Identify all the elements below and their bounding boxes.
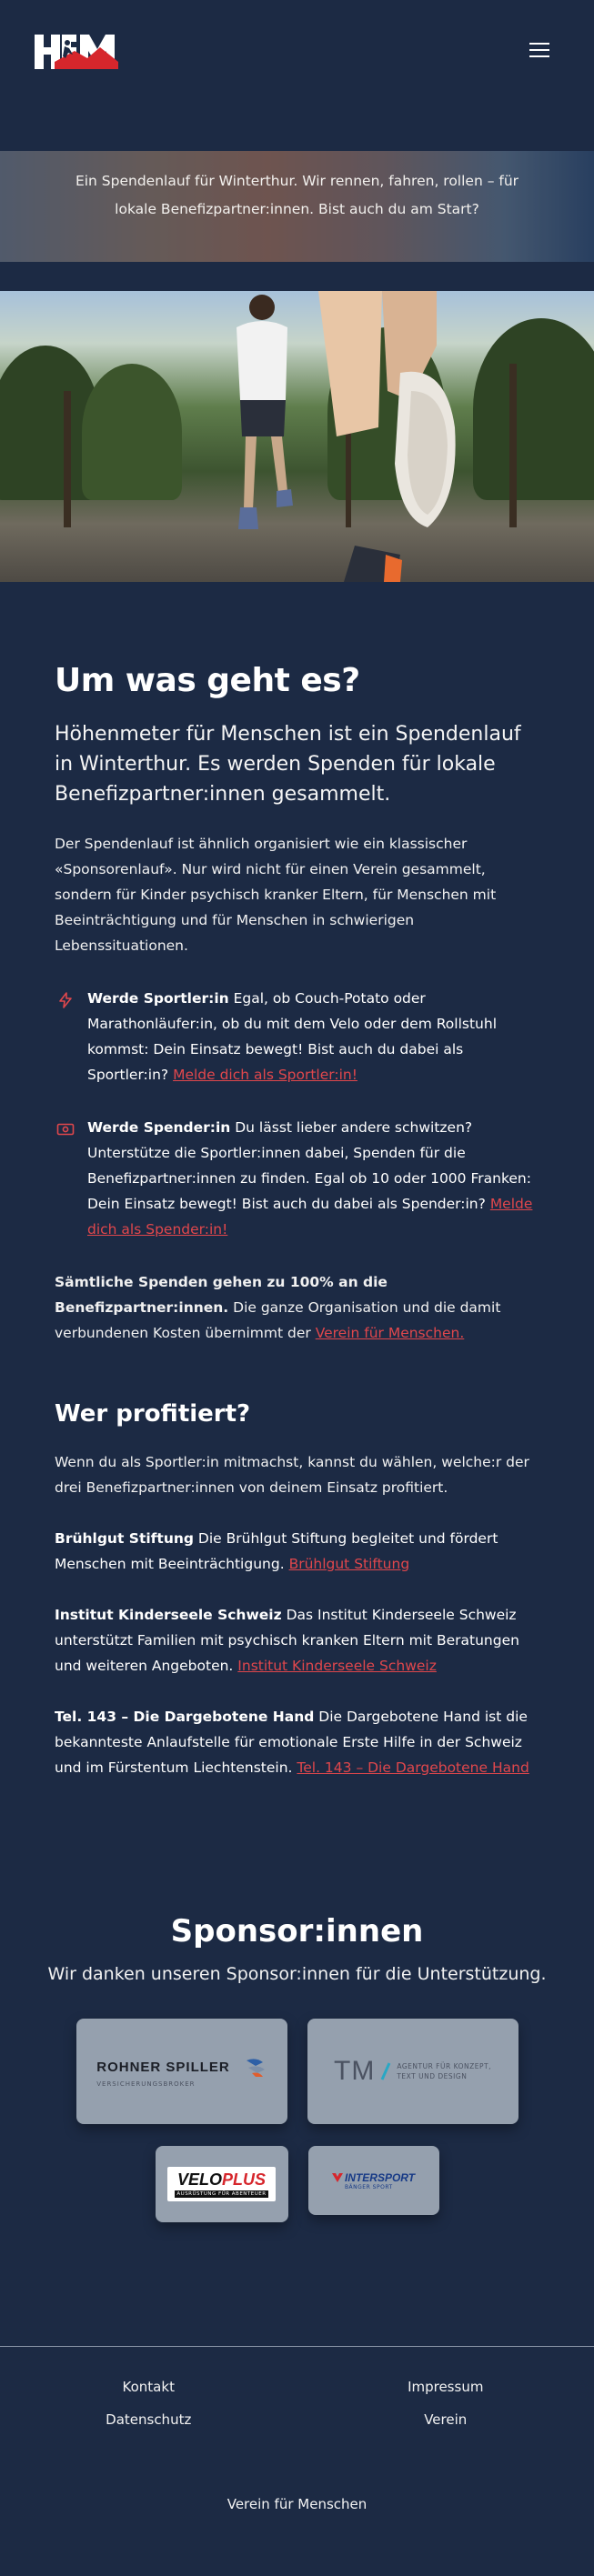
sponsor-velo-b: PLUS bbox=[221, 2170, 266, 2189]
sponsors-section: Sponsor:innen Wir danken unseren Sponsor… bbox=[0, 1913, 594, 2222]
feature-sportler-title: Werde Sportler:in bbox=[87, 990, 229, 1007]
sponsor-intersport-sub: BÄNGER SPORT bbox=[344, 2183, 393, 2190]
register-sportler-link[interactable]: Melde dich als Sportler:in! bbox=[173, 1067, 357, 1083]
footer-link-kontakt[interactable]: Kontakt bbox=[0, 2371, 297, 2403]
beneficiary-item: Tel. 143 – Die Dargebotene Hand Die Darg… bbox=[55, 1704, 539, 1780]
beneficiary-item: Institut Kinderseele Schweiz Das Institu… bbox=[55, 1602, 539, 1679]
menu-button[interactable] bbox=[529, 43, 549, 59]
sponsor-tm-name: TM bbox=[334, 2056, 376, 2086]
beneficiaries-intro: Wenn du als Sportler:in mitmachst, kanns… bbox=[55, 1454, 529, 1496]
site-header bbox=[0, 0, 594, 107]
sponsors-title: Sponsor:innen bbox=[170, 1913, 424, 1950]
hero-photo bbox=[0, 291, 594, 582]
about-lead: Höhenmeter für Menschen ist ein Spendenl… bbox=[55, 723, 521, 806]
hero-text: Ein Spendenlauf für Winterthur. Wir renn… bbox=[75, 173, 519, 217]
footer-link-verein[interactable]: Verein bbox=[297, 2403, 594, 2436]
rohner-spiller-logo-icon bbox=[246, 2059, 265, 2077]
feature-spender-title: Werde Spender:in bbox=[87, 1119, 231, 1136]
feature-spender: Werde Spender:in Du lässt lieber andere … bbox=[55, 1115, 539, 1242]
sponsor-intersport-name: INTERSPORT bbox=[344, 2170, 416, 2184]
money-icon bbox=[56, 1123, 75, 1136]
sponsor-tm-sub2: TEXT UND DESIGN bbox=[397, 2072, 468, 2080]
kinderseele-link[interactable]: Institut Kinderseele Schweiz bbox=[237, 1658, 437, 1674]
runner-front-figure bbox=[318, 291, 456, 582]
beneficiary-name: Institut Kinderseele Schweiz bbox=[55, 1607, 282, 1623]
footer-link-datenschutz[interactable]: Datenschutz bbox=[0, 2403, 297, 2436]
tm-slash-icon bbox=[380, 2062, 391, 2080]
site-footer: Kontakt Datenschutz Impressum Verein Ver… bbox=[0, 2346, 594, 2549]
hfm-logo-icon bbox=[35, 35, 118, 69]
dargebotene-hand-link[interactable]: Tel. 143 – Die Dargebotene Hand bbox=[297, 1759, 529, 1776]
beneficiaries-title: Wer profitiert? bbox=[55, 1400, 251, 1428]
feature-sportler: Werde Sportler:in Egal, ob Couch-Potato … bbox=[55, 986, 539, 1088]
footer-link-impressum[interactable]: Impressum bbox=[297, 2371, 594, 2403]
sponsor-intersport[interactable]: INTERSPORT BÄNGER SPORT bbox=[307, 2146, 439, 2215]
sponsor-rohner-spiller[interactable]: ROHNER SPILLER VERSICHERUNGSBROKER bbox=[76, 2019, 287, 2124]
about-intro: Der Spendenlauf ist ähnlich organisiert … bbox=[55, 836, 497, 954]
sponsor-velo-a: VELO bbox=[176, 2170, 222, 2189]
sponsor-rohner-sub: VERSICHERUNGSBROKER bbox=[96, 2080, 196, 2088]
beneficiary-item: Brühlgut Stiftung Die Brühlgut Stiftung … bbox=[55, 1526, 539, 1577]
about-section: Um was geht es? Höhenmeter für Menschen … bbox=[0, 662, 594, 1780]
bruehlgut-link[interactable]: Brühlgut Stiftung bbox=[289, 1556, 410, 1572]
footer-copyright: Verein für Menschen bbox=[227, 2496, 367, 2512]
sponsor-tm[interactable]: TM AGENTUR FÜR KONZEPT, TEXT UND DESIGN bbox=[307, 2019, 518, 2124]
beneficiary-name: Tel. 143 – Die Dargebotene Hand bbox=[55, 1709, 315, 1725]
sponsor-tm-sub1: AGENTUR FÜR KONZEPT, bbox=[397, 2062, 491, 2070]
about-title: Um was geht es? bbox=[55, 662, 360, 699]
sponsor-veloplus[interactable]: VELOPLUS AUSRÜSTUNG FÜR ABENTEUER bbox=[155, 2146, 288, 2222]
hamburger-menu-icon bbox=[529, 43, 549, 45]
lightning-icon bbox=[59, 992, 72, 1008]
site-logo[interactable] bbox=[35, 35, 118, 69]
verein-link[interactable]: Verein für Menschen. bbox=[316, 1325, 465, 1341]
sponsor-velo-sub: AUSRÜSTUNG FÜR ABENTEUER bbox=[175, 2190, 268, 2198]
beneficiary-name: Brühlgut Stiftung bbox=[55, 1530, 194, 1547]
donation-note: Sämtliche Spenden gehen zu 100% an die B… bbox=[55, 1269, 539, 1346]
hero-banner: Ein Spendenlauf für Winterthur. Wir renn… bbox=[0, 151, 594, 262]
intersport-logo-icon bbox=[331, 2172, 343, 2182]
sponsors-subtitle: Wir danken unseren Sponsor:innen für die… bbox=[47, 1964, 547, 1984]
sponsor-rohner-name: ROHNER SPILLER bbox=[96, 2059, 230, 2075]
